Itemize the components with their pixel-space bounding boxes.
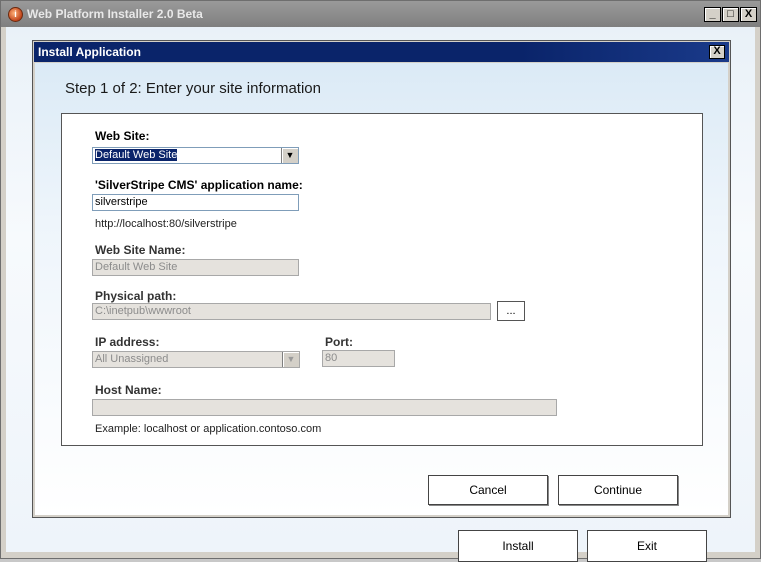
dialog-title-bar[interactable]: Install Application X: [34, 42, 729, 62]
dialog-close-button[interactable]: X: [709, 45, 725, 59]
close-button[interactable]: X: [740, 7, 757, 22]
continue-button[interactable]: Continue: [558, 475, 678, 505]
port-input: 80: [322, 350, 395, 367]
web-site-selected-value: Default Web Site: [95, 149, 178, 161]
step-heading: Step 1 of 2: Enter your site information: [65, 80, 321, 97]
cancel-button[interactable]: Cancel: [428, 475, 548, 505]
site-name-input: Default Web Site: [92, 259, 299, 276]
minimize-button[interactable]: _: [704, 7, 721, 22]
site-info-panel: Web Site: Default Web Site ▼ 'SilverStri…: [61, 113, 703, 446]
install-button[interactable]: Install: [458, 530, 578, 562]
port-label: Port:: [325, 335, 353, 349]
window-title-bar[interactable]: i Web Platform Installer 2.0 Beta _ □ X: [1, 1, 760, 27]
host-name-label: Host Name:: [95, 383, 162, 397]
ip-address-dropdown: All Unassigned ▼: [92, 351, 300, 368]
app-name-input[interactable]: silverstripe: [92, 194, 299, 211]
web-site-label: Web Site:: [95, 129, 150, 143]
site-name-label: Web Site Name:: [95, 243, 186, 257]
app-url-hint: http://localhost:80/silverstripe: [95, 218, 237, 230]
web-site-dropdown[interactable]: Default Web Site ▼: [92, 147, 299, 164]
host-name-input: [92, 399, 557, 416]
ip-address-value: All Unassigned: [95, 353, 169, 365]
dialog-title: Install Application: [38, 45, 141, 59]
window-title: Web Platform Installer 2.0 Beta: [27, 7, 203, 21]
physical-path-label: Physical path:: [95, 289, 177, 303]
ip-address-label: IP address:: [95, 335, 160, 349]
chevron-down-icon: ▼: [282, 352, 299, 367]
install-application-dialog: Install Application X Step 1 of 2: Enter…: [32, 40, 731, 518]
chevron-down-icon[interactable]: ▼: [281, 148, 298, 163]
physical-path-input: C:\inetpub\wwwroot: [92, 303, 491, 320]
browse-button[interactable]: ...: [497, 301, 525, 321]
exit-button[interactable]: Exit: [587, 530, 707, 562]
web-platform-installer-icon: i: [8, 7, 23, 22]
dialog-body: Step 1 of 2: Enter your site information…: [35, 63, 728, 515]
maximize-button[interactable]: □: [722, 7, 739, 22]
app-name-label: 'SilverStripe CMS' application name:: [95, 178, 303, 192]
host-name-example: Example: localhost or application.contos…: [95, 423, 322, 435]
